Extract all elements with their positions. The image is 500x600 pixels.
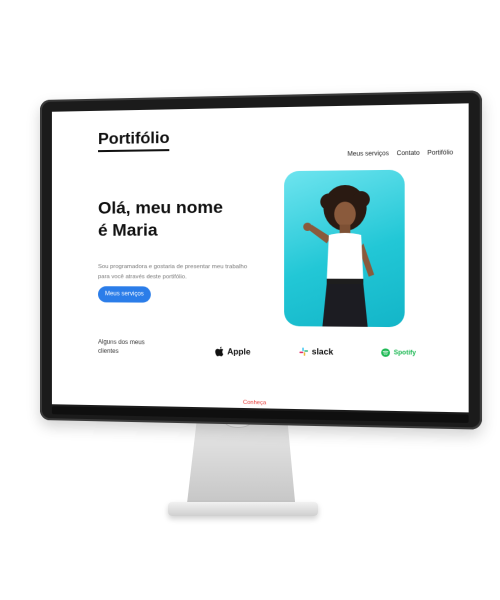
monitor-stand-base: [168, 502, 318, 516]
client-apple: Apple: [215, 346, 251, 357]
spotify-icon: [381, 348, 390, 357]
hero-title: Olá, meu nome é Maria: [98, 196, 223, 241]
monitor-screen: Portifólio Meus serviços Contato Portifó…: [51, 103, 469, 413]
nav-link-services[interactable]: Meus serviços: [347, 151, 389, 158]
person-illustration: [303, 184, 375, 327]
site-logo[interactable]: Portifólio: [98, 129, 170, 153]
monitor-mockup: Portifólio Meus serviços Contato Portifó…: [0, 0, 500, 600]
hero-title-line1: Olá, meu nome: [98, 197, 223, 218]
client-spotify-name: Spotify: [393, 349, 417, 357]
hero-description: Sou programadora e gostaria de presentar…: [98, 264, 248, 281]
profile-photo: [284, 169, 405, 328]
client-slack: slack: [299, 347, 333, 357]
slack-icon: [299, 347, 309, 356]
services-button[interactable]: Meus serviços: [98, 286, 151, 303]
nav-link-portfolio[interactable]: Portifólio: [427, 150, 453, 157]
top-nav: Meus serviços Contato Portifólio: [347, 150, 453, 158]
client-apple-name: Apple: [227, 346, 251, 357]
nav-link-contact[interactable]: Contato: [397, 151, 420, 158]
clients-label: Alguns dos meus clientes: [98, 339, 145, 356]
apple-icon: [215, 346, 224, 357]
client-slack-name: slack: [311, 347, 334, 357]
hero-title-line2: é Maria: [98, 220, 158, 240]
monitor-stand-neck: [186, 418, 296, 512]
client-spotify: Spotify: [381, 348, 416, 358]
monitor-bezel: Portifólio Meus serviços Contato Portifó…: [40, 90, 483, 430]
